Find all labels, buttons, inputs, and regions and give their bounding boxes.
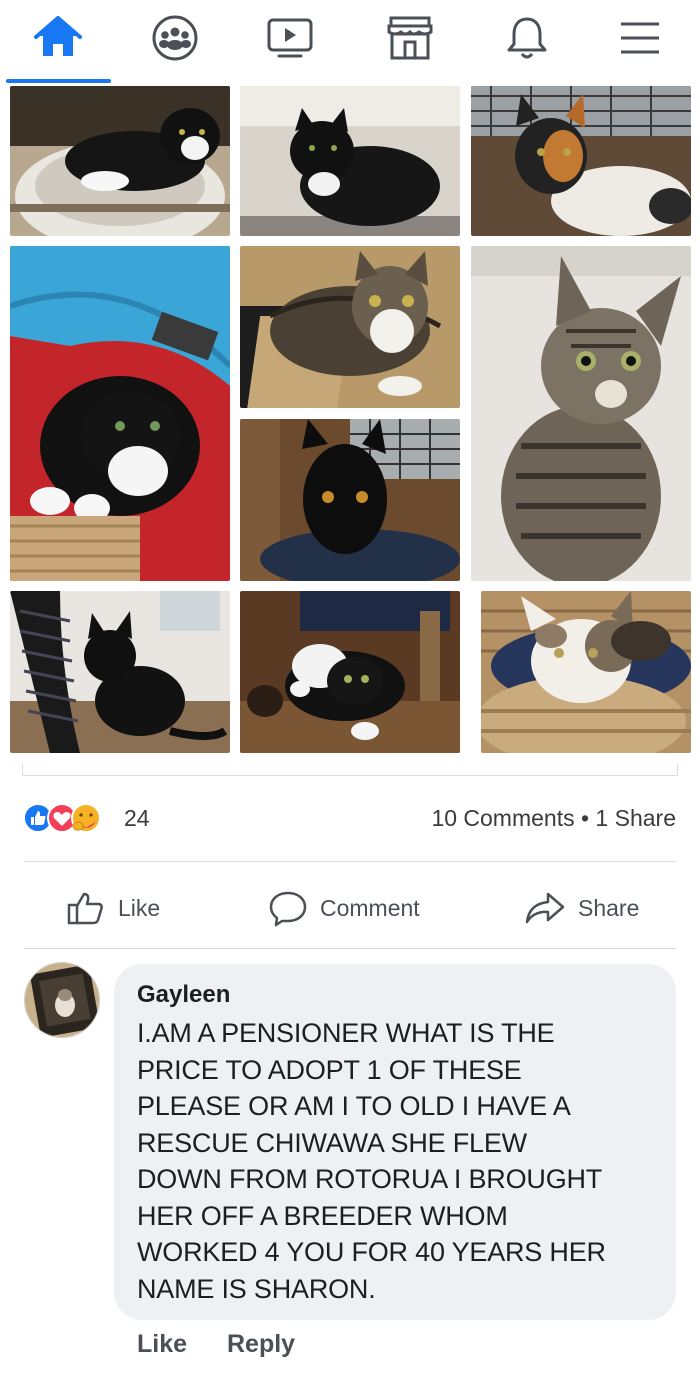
post-media-frame (22, 764, 678, 776)
like-button[interactable]: Like (66, 880, 160, 936)
comment-line: WORKED 4 YOU FOR 40 YEARS HER (137, 1237, 606, 1267)
menu-icon (621, 22, 659, 54)
cat-photo-5[interactable] (240, 246, 460, 408)
reactions-summary-row[interactable]: 24 10 Comments • 1 Share (0, 796, 700, 840)
marketplace-icon (387, 16, 433, 60)
divider (24, 948, 676, 949)
comment-line: PRICE TO ADOPT 1 OF THESE (137, 1054, 522, 1085)
comment-line: RESCUE CHIWAWA SHE FLEW (137, 1127, 527, 1158)
comment-text: I.AM A PENSIONER WHAT IS THE PRICE TO AD… (137, 1015, 654, 1307)
share-arrow-icon (525, 892, 565, 924)
share-button[interactable]: Share (524, 880, 639, 936)
nav-menu-tab[interactable] (610, 10, 670, 66)
nav-notifications-tab[interactable] (497, 10, 557, 66)
post-photo-grid (0, 84, 700, 764)
cat-photo-2[interactable] (240, 86, 460, 236)
notifications-bell-icon (507, 17, 547, 59)
comments-shares-count[interactable]: 10 Comments • 1 Share (431, 805, 676, 832)
groups-icon (152, 15, 198, 61)
cat-photo-7[interactable] (471, 246, 691, 581)
like-button-label: Like (118, 894, 161, 921)
comment-button[interactable]: Comment (268, 880, 420, 936)
comment-button-label: Comment (320, 894, 420, 921)
active-tab-indicator (6, 79, 111, 83)
comment-line: I.AM A PENSIONER WHAT IS THE (137, 1018, 555, 1048)
cat-photo-6[interactable] (240, 419, 460, 581)
comment-reply-link[interactable]: Reply (227, 1330, 295, 1359)
comment-line: PLEASE OR AM I TO OLD I HAVE A (137, 1091, 571, 1121)
commenter-avatar[interactable] (24, 962, 100, 1038)
comment-author[interactable]: Gayleen (137, 980, 654, 1010)
nav-groups-tab[interactable] (145, 10, 205, 66)
comment-line: DOWN FROM ROTORUA I BROUGHT (137, 1164, 603, 1194)
reaction-count[interactable]: 24 (124, 805, 150, 832)
comment-like-link[interactable]: Like (137, 1330, 187, 1359)
reaction-icons (23, 803, 101, 833)
cat-photo-8[interactable] (10, 591, 230, 753)
cat-photo-9[interactable] (240, 591, 460, 753)
share-button-label: Share (578, 894, 640, 921)
nav-marketplace-tab[interactable] (380, 10, 440, 66)
top-navigation-bar (0, 0, 700, 84)
home-icon (34, 16, 82, 56)
cat-photo-4[interactable] (10, 246, 230, 581)
thumbs-up-icon (67, 892, 103, 925)
cat-photo-1[interactable] (10, 86, 230, 236)
care-reaction-icon (71, 803, 101, 833)
comment-bubble: Gayleen I.AM A PENSIONER WHAT IS THE PRI… (114, 964, 676, 1320)
nav-home-tab[interactable] (28, 10, 88, 66)
nav-watch-tab[interactable] (260, 10, 320, 66)
comment-line: NAME IS SHARON. (137, 1273, 376, 1304)
divider (24, 861, 676, 862)
watch-video-icon (267, 18, 313, 58)
cat-photo-3[interactable] (471, 86, 691, 236)
comment-bubble-icon (269, 891, 307, 927)
comment-line: HER OFF A BREEDER WHOM (137, 1200, 508, 1231)
cat-photo-10[interactable] (481, 591, 691, 753)
